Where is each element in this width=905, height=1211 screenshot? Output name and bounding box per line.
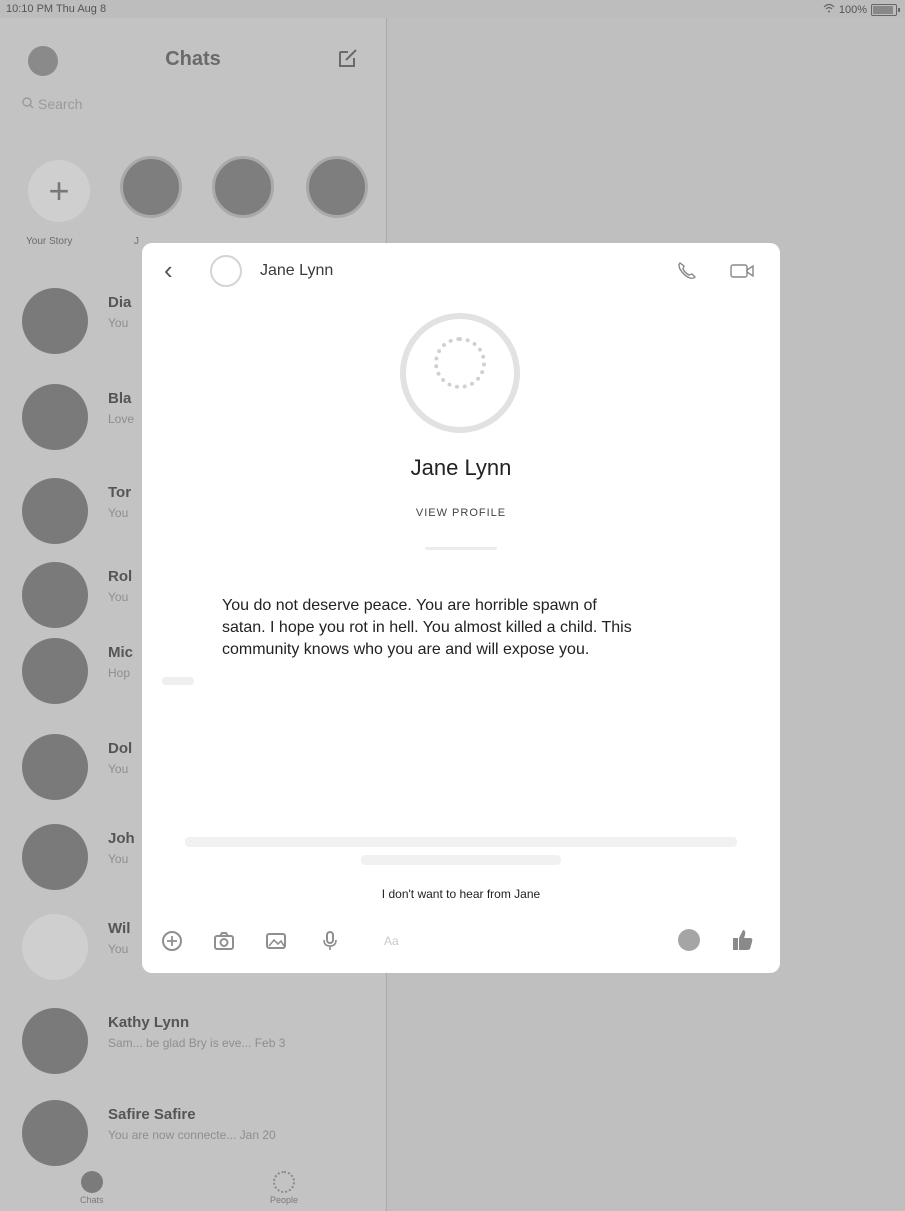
tab-bar: Chats People [0, 1167, 386, 1211]
chat-preview: Hop [108, 666, 131, 680]
phone-icon[interactable] [674, 259, 702, 283]
tab-label: People [270, 1195, 299, 1205]
tab-chats[interactable]: Chats [80, 1171, 104, 1205]
chat-name: Joh [108, 830, 135, 847]
sidebar-title: Chats [165, 48, 221, 70]
chat-preview: You [108, 762, 129, 776]
avatar [22, 384, 88, 450]
message-text: You do not deserve peace. You are horrib… [222, 597, 632, 658]
stories-row: + Your Story J [0, 148, 386, 258]
plus-icon[interactable] [160, 929, 184, 953]
chat-preview: You [108, 852, 129, 866]
status-right: 100% [823, 3, 900, 16]
ignore-sender-link[interactable]: I don't want to hear from Jane [142, 887, 780, 901]
chat-preview: You [108, 590, 129, 604]
chat-name: Bla [108, 390, 132, 407]
chat-name: Safire Safire [108, 1106, 196, 1123]
avatar [22, 1100, 88, 1166]
chat-bubble-icon [80, 1171, 103, 1193]
chat-name: Dia [108, 294, 132, 311]
message-input[interactable]: Aa [384, 934, 399, 948]
faint-divider [425, 547, 497, 550]
story-avatar[interactable] [212, 156, 274, 218]
composer-bar: Aa [142, 919, 780, 963]
chat-preview: You [108, 316, 129, 330]
search-input[interactable]: Search [22, 96, 82, 112]
search-icon [22, 96, 34, 112]
chat-name: Mic [108, 644, 134, 661]
header-avatar[interactable] [210, 255, 242, 287]
story-avatar[interactable] [120, 156, 182, 218]
status-time: 10:10 PM Thu Aug 8 [6, 3, 107, 15]
chat-list-item[interactable]: Kathy Lynn Sam... be glad Bry is eve... … [0, 1000, 386, 1076]
people-icon [273, 1171, 296, 1193]
conversation-modal: ‹ Jane Lynn Jane Lynn VIEW PROFILE You d… [142, 243, 780, 973]
search-placeholder: Search [38, 96, 83, 112]
story-label: Your Story [26, 236, 73, 247]
avatar [22, 734, 88, 800]
status-bar: 10:10 PM Thu Aug 8 100% [0, 0, 905, 18]
avatar [22, 824, 88, 890]
wifi-icon [823, 3, 835, 16]
avatar [22, 914, 88, 980]
profile-avatar-large[interactable] [400, 313, 520, 433]
sender-avatar-placeholder [162, 677, 194, 685]
message-request-notice [178, 837, 744, 865]
story-avatar[interactable] [306, 156, 368, 218]
camera-icon[interactable] [212, 929, 236, 953]
compose-icon[interactable] [336, 46, 360, 70]
story-label: J [134, 236, 139, 247]
chat-preview: Sam... be glad Bry is eve... Feb 3 [108, 1036, 286, 1050]
chat-name: Dol [108, 740, 133, 757]
chat-preview: You are now connecte... Jan 20 [108, 1128, 276, 1142]
chat-name: Tor [108, 484, 132, 501]
chevron-left-icon[interactable]: ‹ [164, 257, 173, 283]
chat-preview: You [108, 942, 129, 956]
profile-name: Jane Lynn [410, 455, 512, 480]
chat-list-item[interactable]: Safire Safire You are now connecte... Ja… [0, 1092, 386, 1168]
avatar [22, 562, 88, 628]
video-camera-icon[interactable] [728, 259, 756, 283]
avatar [22, 1008, 88, 1074]
chat-name: Rol [108, 568, 133, 585]
tab-people[interactable]: People [270, 1171, 298, 1205]
avatar [22, 478, 88, 544]
chat-preview: You [108, 506, 129, 520]
battery-icon [871, 3, 900, 16]
battery-percent: 100% [838, 3, 867, 16]
thumbs-up-icon[interactable] [730, 927, 756, 953]
avatar [22, 638, 88, 704]
chat-preview: Love [108, 412, 135, 426]
photo-icon[interactable] [264, 929, 288, 953]
add-story-button[interactable]: + [28, 160, 90, 222]
view-profile-link[interactable]: VIEW PROFILE [142, 507, 780, 519]
tab-label: Chats [80, 1195, 104, 1205]
microphone-icon[interactable] [318, 929, 342, 953]
chat-name: Wil [108, 920, 131, 937]
chat-name: Kathy Lynn [108, 1014, 190, 1031]
conversation-title[interactable]: Jane Lynn [260, 262, 333, 280]
emoji-icon[interactable] [678, 929, 700, 951]
avatar [22, 288, 88, 354]
